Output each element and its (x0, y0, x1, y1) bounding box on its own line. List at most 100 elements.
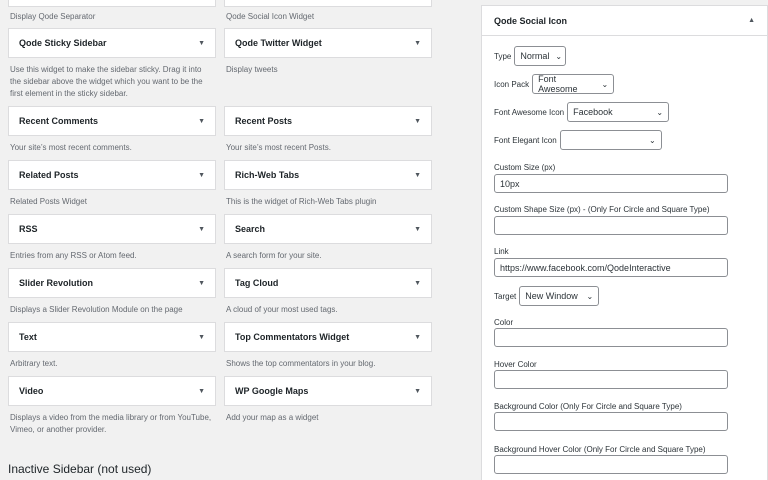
caret-down-icon[interactable]: ▼ (198, 334, 205, 341)
widget-desc: Your site’s most recent comments. (10, 143, 132, 152)
chevron-down-icon: ⌄ (656, 107, 664, 117)
fe-icon-label: Font Elegant Icon (494, 135, 557, 145)
widget-desc: Displays a video from the media library … (10, 413, 212, 434)
caret-down-icon[interactable]: ▼ (414, 172, 421, 179)
caret-down-icon[interactable]: ▼ (198, 280, 205, 287)
fa-icon-select[interactable]: Facebook ⌄ (567, 102, 670, 122)
widget-rich-web-tabs[interactable]: Rich-Web Tabs ▼ (224, 160, 432, 190)
caret-down-icon[interactable]: ▼ (414, 40, 421, 47)
type-value: Normal (520, 51, 550, 61)
widget-qode-twitter[interactable]: Qode Twitter Widget ▼ (224, 28, 432, 58)
caret-down-icon[interactable]: ▼ (198, 40, 205, 47)
chevron-down-icon: ⌄ (601, 79, 609, 89)
widget-title: Qode Sticky Sidebar (19, 38, 107, 48)
widget-title: Related Posts (19, 170, 79, 180)
custom-size-label: Custom Size (px) (494, 163, 556, 172)
caret-down-icon[interactable]: ▼ (198, 172, 205, 179)
widget-title: Top Commentators Widget (235, 332, 350, 342)
bg-hover-color-input[interactable] (494, 455, 728, 474)
widget-rss[interactable]: RSS ▼ (8, 214, 216, 244)
color-input[interactable] (494, 328, 728, 347)
widget-title: Slider Revolution (19, 278, 94, 288)
type-label: Type (494, 51, 512, 61)
widget-video[interactable]: Video ▼ (8, 376, 216, 406)
widget-qode-sticky-sidebar[interactable]: Qode Sticky Sidebar ▼ (8, 28, 216, 58)
icon-pack-select[interactable]: Font Awesome ⌄ (532, 74, 615, 94)
widget-title: RSS (19, 224, 38, 234)
link-label: Link (494, 247, 509, 256)
caret-down-icon[interactable]: ▼ (414, 388, 421, 395)
widget-desc: Qode Social Icon Widget (224, 0, 432, 28)
widget-desc: Your site’s most recent Posts. (226, 143, 331, 152)
bg-hover-color-label: Background Hover Color (Only For Circle … (494, 445, 706, 454)
chevron-down-icon: ⌄ (555, 51, 563, 61)
fa-icon-value: Facebook (573, 107, 613, 117)
icon-pack-label: Icon Pack (494, 79, 530, 89)
bg-color-input[interactable] (494, 412, 728, 431)
widget-desc: Add your map as a widget (226, 413, 319, 422)
type-row: Type Normal ⌄ (494, 46, 567, 66)
bg-color-label: Background Color (Only For Circle and Sq… (494, 402, 682, 411)
caret-down-icon[interactable]: ▼ (414, 118, 421, 125)
widget-related-posts[interactable]: Related Posts ▼ (8, 160, 216, 190)
inactive-sidebar-heading: Inactive Sidebar (not used) (8, 462, 152, 476)
widget-recent-posts[interactable]: Recent Posts ▼ (224, 106, 432, 136)
hover-color-input[interactable] (494, 370, 728, 389)
widget-desc: Shows the top commentators in your blog. (226, 359, 376, 368)
widget-desc: Related Posts Widget (10, 197, 87, 206)
target-select[interactable]: New Window ⌄ (519, 286, 600, 306)
widget-desc: Display Qode Separator (8, 0, 216, 28)
shape-size-label: Custom Shape Size (px) - (Only For Circl… (494, 205, 710, 214)
widget-search[interactable]: Search ▼ (224, 214, 432, 244)
widget-title: Recent Posts (235, 116, 293, 126)
panel-title: Qode Social Icon (494, 15, 568, 26)
custom-size-input[interactable]: 10px (494, 174, 728, 193)
widget-top-commentators[interactable]: Top Commentators Widget ▼ (224, 322, 432, 352)
fa-icon-row: Font Awesome Icon Facebook ⌄ (494, 102, 670, 122)
widget-slider-revolution[interactable]: Slider Revolution ▼ (8, 268, 216, 298)
panel-header[interactable]: Qode Social Icon ▲ (482, 6, 767, 36)
widget-title: Search (235, 224, 266, 234)
caret-down-icon[interactable]: ▼ (414, 280, 421, 287)
caret-down-icon[interactable]: ▼ (198, 118, 205, 125)
widget-desc: Arbitrary text. (10, 359, 58, 368)
widget-desc: A cloud of your most used tags. (226, 305, 338, 314)
caret-down-icon[interactable]: ▼ (414, 334, 421, 341)
widget-wp-google-maps[interactable]: WP Google Maps ▼ (224, 376, 432, 406)
hover-color-label: Hover Color (494, 360, 537, 369)
chevron-down-icon: ⌄ (586, 291, 594, 301)
widget-tag-cloud[interactable]: Tag Cloud ▼ (224, 268, 432, 298)
widget-text[interactable]: Text ▼ (8, 322, 216, 352)
link-input[interactable]: https://www.facebook.com/QodeInteractive (494, 258, 728, 277)
caret-down-icon[interactable]: ▼ (198, 388, 205, 395)
fe-icon-row: Font Elegant Icon ⌄ (494, 130, 662, 150)
widget-title: Qode Twitter Widget (235, 38, 322, 48)
available-widgets-col-1: Display Qode Separator Qode Sticky Sideb… (8, 0, 216, 442)
caret-up-icon[interactable]: ▲ (748, 17, 755, 24)
target-label: Target (494, 291, 517, 301)
widget-desc: This is the widget of Rich-Web Tabs plug… (226, 197, 377, 206)
available-widgets-col-2: Qode Social Icon Widget Qode Twitter Wid… (224, 0, 432, 442)
widget-desc: A search form for your site. (226, 251, 322, 260)
color-label: Color (494, 318, 514, 327)
widget-desc: Use this widget to make the sidebar stic… (10, 65, 203, 98)
fe-icon-select[interactable]: ⌄ (559, 130, 662, 150)
caret-down-icon[interactable]: ▼ (414, 226, 421, 233)
shape-size-input[interactable] (494, 216, 728, 235)
target-row: Target New Window ⌄ (494, 286, 600, 306)
widget-desc: Displays a Slider Revolution Module on t… (10, 305, 183, 314)
widget-desc: Display tweets (226, 65, 278, 74)
widget-title: Recent Comments (19, 116, 99, 126)
caret-down-icon[interactable]: ▼ (198, 226, 205, 233)
icon-pack-row: Icon Pack Font Awesome ⌄ (494, 74, 615, 94)
widget-title: Rich-Web Tabs (235, 170, 300, 180)
target-value: New Window (525, 291, 578, 301)
type-select[interactable]: Normal ⌄ (514, 46, 567, 66)
widget-recent-comments[interactable]: Recent Comments ▼ (8, 106, 216, 136)
chevron-down-icon: ⌄ (649, 135, 656, 145)
icon-pack-value: Font Awesome (538, 74, 578, 94)
widget-title: Video (19, 386, 44, 396)
social-icon-widget-panel: Qode Social Icon ▲ Type Normal ⌄ Icon Pa… (481, 5, 768, 480)
widget-title: Text (19, 332, 37, 342)
widget-title: WP Google Maps (235, 386, 309, 396)
